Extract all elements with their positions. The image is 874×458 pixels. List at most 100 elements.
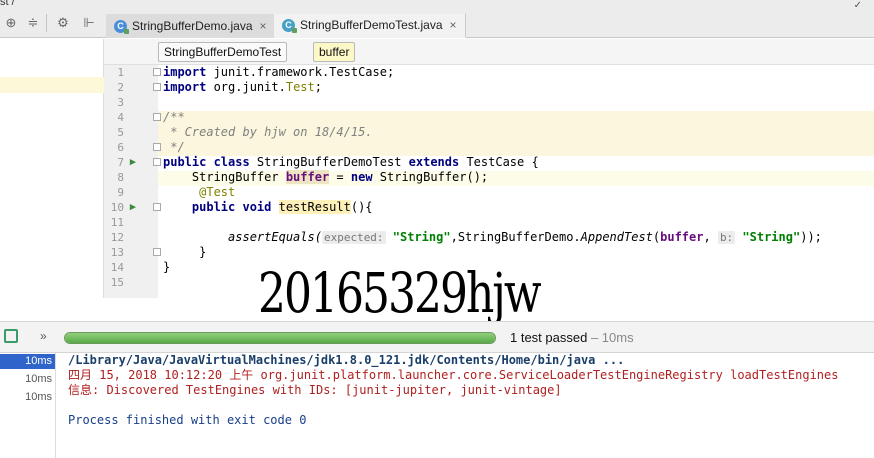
editor-tab-bar: st / ⊕ ≑ ⚙ ⊩ ✓ C StringBufferDemo.java ×… [0,0,874,38]
line-number: 1 [117,66,124,79]
line-number: 5 [117,126,124,139]
code-line-1: import junit.framework.TestCase; [163,65,874,80]
run-test-icon[interactable]: ▸ [130,200,136,215]
code-token: extends [408,155,460,169]
code-line-7: public class StringBufferDemoTest extend… [163,155,874,170]
breadcrumb-field[interactable]: buffer [313,42,356,62]
project-crumb: st / [0,0,15,8]
line-number: 7 [117,156,124,169]
code-token: junit.framework.TestCase; [206,65,395,79]
code-line-10: public void testResult(){ [163,200,874,215]
java-class-icon: C [114,19,129,34]
tab-label: StringBufferDemoTest.java [300,18,443,32]
test-tree-item[interactable]: 10ms [0,390,55,405]
code-token: "String" [735,230,801,244]
line-number: 3 [117,96,124,109]
code-token: AppendTest [580,230,653,244]
test-tree-item[interactable]: 10ms [0,354,55,369]
code-token: StringBufferDemoTest [249,155,409,169]
test-tree-item[interactable]: 10ms [0,372,55,387]
code-line-9: @Test [163,185,236,199]
code-token: , [703,230,718,244]
code-line-5: * Created by hjw on 18/4/15. [163,125,373,139]
fold-marker-icon[interactable] [153,83,161,91]
code-token: Test [285,80,315,94]
code-token: assertEquals( [163,230,322,244]
line-number: 10 [110,201,124,214]
line-number: 8 [117,171,124,184]
line-number: 2 [117,81,124,94]
code-line-8: StringBuffer buffer = new StringBuffer()… [163,170,874,185]
test-status: 1 test passed – 10ms [510,330,634,345]
console-line[interactable]: /Library/Java/JavaVirtualMachines/jdk1.8… [68,353,624,368]
line-number: 4 [117,111,124,124]
code-line-12: assertEquals(expected: "String",StringBu… [163,230,874,245]
code-token: public class [163,155,250,169]
code-token: import [163,80,207,94]
code-token: ; [314,80,322,94]
navigation-bar: StringBufferDemoTest buffer [104,39,874,65]
code-token: new [350,170,373,184]
toolbar-separator [46,14,47,32]
code-token: testResult [278,200,351,214]
export-results-icon[interactable] [4,329,18,343]
close-icon[interactable]: × [450,18,457,32]
run-toolbar: » 1 test passed – 10ms [0,321,874,353]
close-icon[interactable]: × [260,19,267,33]
console-output[interactable]: /Library/Java/JavaVirtualMachines/jdk1.8… [56,353,874,458]
code-token: buffer [285,170,330,184]
tab-stringbufferdemo[interactable]: C StringBufferDemo.java × [106,14,276,38]
fold-marker-icon[interactable] [153,248,161,256]
console-line: 四月 15, 2018 10:12:20 上午 org.junit.platfo… [68,368,839,382]
code-token: public void [163,200,272,214]
line-number: 9 [117,186,124,199]
code-line-13: } [163,245,207,259]
add-icon[interactable]: ⊕ [4,16,18,30]
code-line-2: import org.junit.Test; [163,80,874,95]
param-hint: expected: [321,231,386,244]
line-number: 15 [110,276,124,289]
code-token: StringBuffer [163,170,286,184]
code-token: )); [800,230,822,244]
fold-marker-icon[interactable] [153,158,161,166]
line-number: 13 [110,246,124,259]
fold-marker-icon[interactable] [153,113,161,121]
console-line: 信息: Discovered TestEngines with IDs: [ju… [68,383,562,397]
more-actions-icon[interactable]: » [40,329,47,343]
code-line-6: */ [163,140,185,154]
code-token: (){ [350,200,373,214]
fold-marker-icon[interactable] [153,143,161,151]
code-token: StringBuffer(); [372,170,489,184]
project-selected-row[interactable] [0,77,104,93]
breadcrumb-class[interactable]: StringBufferDemoTest [158,42,288,62]
param-hint: b: [717,231,736,244]
code-token: "String" [385,230,451,244]
notification-icon[interactable]: ✓ [854,0,862,11]
pin-icon[interactable]: ⊩ [82,16,96,30]
java-class-icon: C [282,18,297,33]
code-token: TestCase { [459,155,539,169]
gear-icon[interactable]: ⚙ [56,16,70,30]
code-line-4: /** [163,110,185,124]
code-token: org.junit. [206,80,286,94]
test-progress-fill [65,333,495,343]
test-duration: – 10ms [587,330,634,345]
tab-label: StringBufferDemo.java [132,19,253,33]
test-tree: 10ms 10ms 10ms [0,353,56,458]
fold-marker-icon[interactable] [153,203,161,211]
code-token: buffer [660,230,704,244]
line-number: 14 [110,261,124,274]
project-panel [0,39,104,298]
fold-marker-icon[interactable] [153,68,161,76]
run-test-icon[interactable]: ▸ [130,155,136,170]
collapse-icon[interactable]: ≑ [26,16,40,30]
tab-stringbufferdemotest[interactable]: C StringBufferDemoTest.java × [274,14,466,38]
line-number: 6 [117,141,124,154]
code-token: ,StringBufferDemo. [450,230,581,244]
console-line: Process finished with exit code 0 [68,413,307,427]
test-status-text: 1 test passed [510,330,588,345]
code-token: import [163,65,207,79]
line-number: 11 [110,216,124,229]
watermark-text: 20165329hjw [258,262,542,326]
